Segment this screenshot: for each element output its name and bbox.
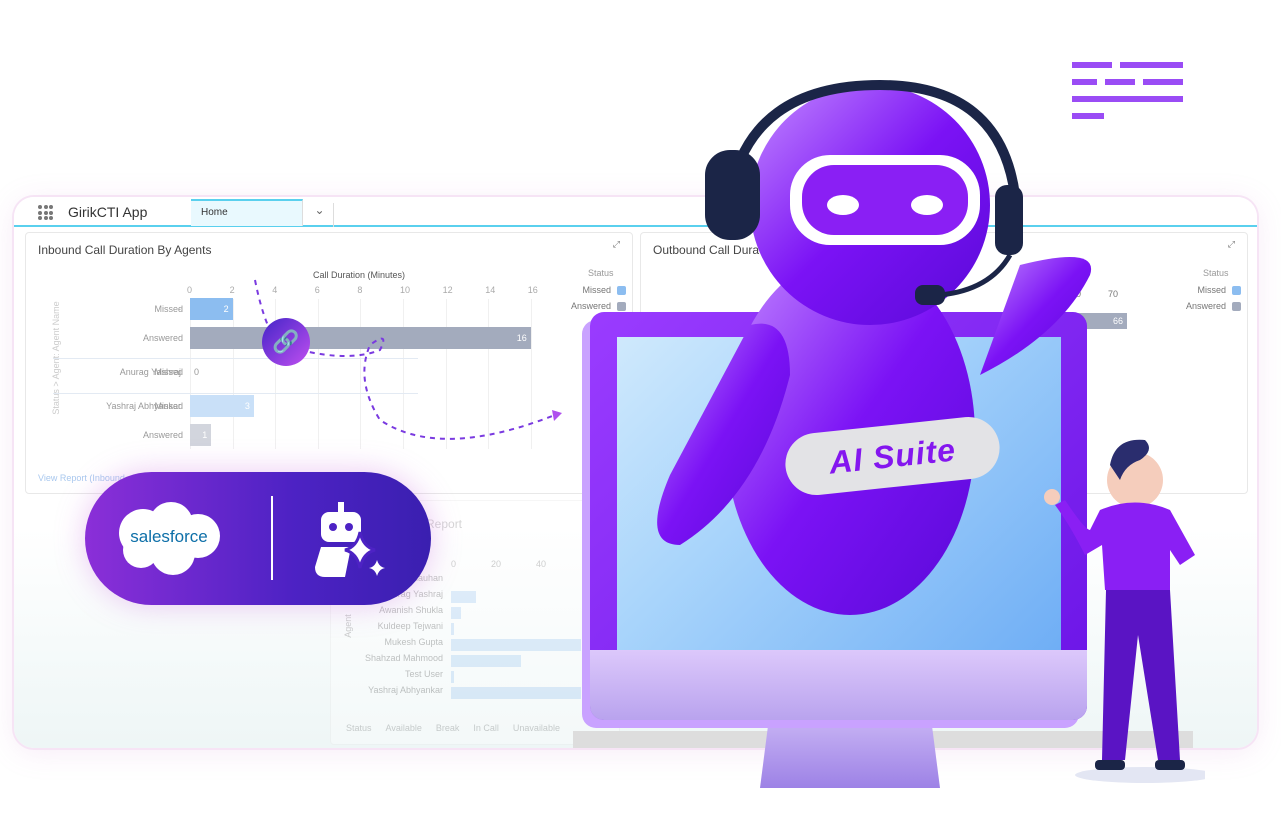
legend-item: Available [385,723,422,733]
tab-home[interactable]: Home [191,199,303,226]
status-label: Answered [142,430,183,440]
agent-label: Kuldeep Tejwani [377,621,443,631]
legend-item: Unavailable [512,723,560,733]
link-icon: 🔗 [262,318,310,366]
tick-label: 0 [187,285,193,295]
status-label: Answered [142,333,183,343]
bar [451,671,454,683]
legend-item: Status [346,723,372,733]
expand-icon[interactable]: ⤢ [1228,239,1235,250]
bar [451,591,476,603]
view-report-link[interactable]: View Report (Inbound [38,473,125,483]
ai-robot-sparkle-icon [315,502,385,577]
panel-title: Report [426,517,463,531]
legend-swatch [1232,301,1241,311]
tick-label: 40 [536,559,547,569]
monitor-chin [590,650,1087,720]
table-row: Mukesh Gupta [331,637,621,653]
table-row: Shahzad Mahmood [331,653,621,669]
legend-label: Missed [1197,285,1226,295]
salesforce-ai-badge: salesforce [85,472,431,605]
chevron-down-icon[interactable]: ⌄ [306,203,334,227]
legend-item: Missed [1161,285,1241,295]
divider [271,496,273,580]
bar-missed: 2 [190,298,233,320]
status-label: Missed [154,367,183,377]
status-label: Missed [154,401,183,411]
table-row: Yashraj Abhyankar [331,685,621,701]
svg-text:salesforce: salesforce [130,527,207,546]
legend-item: Break [435,723,460,733]
salesforce-logo: salesforce [119,502,220,575]
gridline [232,299,234,449]
table-row: Kuldeep Tejwani [331,621,621,637]
bar [451,623,454,635]
tick-label: 0 [451,559,457,569]
legend-title: Status [1203,268,1229,278]
legend-item: In Call [473,723,499,733]
bar [451,687,581,699]
agent-label: Mukesh Gupta [384,637,443,647]
app-name: GirikCTI App [68,204,148,220]
legend-swatch [1232,285,1241,295]
person-illustration [1044,439,1205,783]
agent-label: Awanish Shukla [379,605,443,615]
tick-label: 20 [491,559,502,569]
legend-item: Answered [1161,301,1241,311]
tick-label: 2 [229,285,235,295]
bar-answered: 1 [190,424,212,446]
status-label: Missed [154,304,183,314]
agent-label: Test User [404,669,443,679]
table-row: Test User [331,669,621,685]
agent-label: Yashraj Abhyankar [368,685,443,695]
bar [451,607,461,619]
legend-label: Answered [1185,301,1226,311]
bar [451,655,521,667]
monitor-stand [760,718,940,788]
bar-missed: 0 [194,367,200,377]
bar [451,639,581,651]
table-row: Awanish Shukla [331,605,621,621]
agent-label: Shahzad Mahmood [364,653,443,663]
app-launcher-icon[interactable] [38,205,53,220]
